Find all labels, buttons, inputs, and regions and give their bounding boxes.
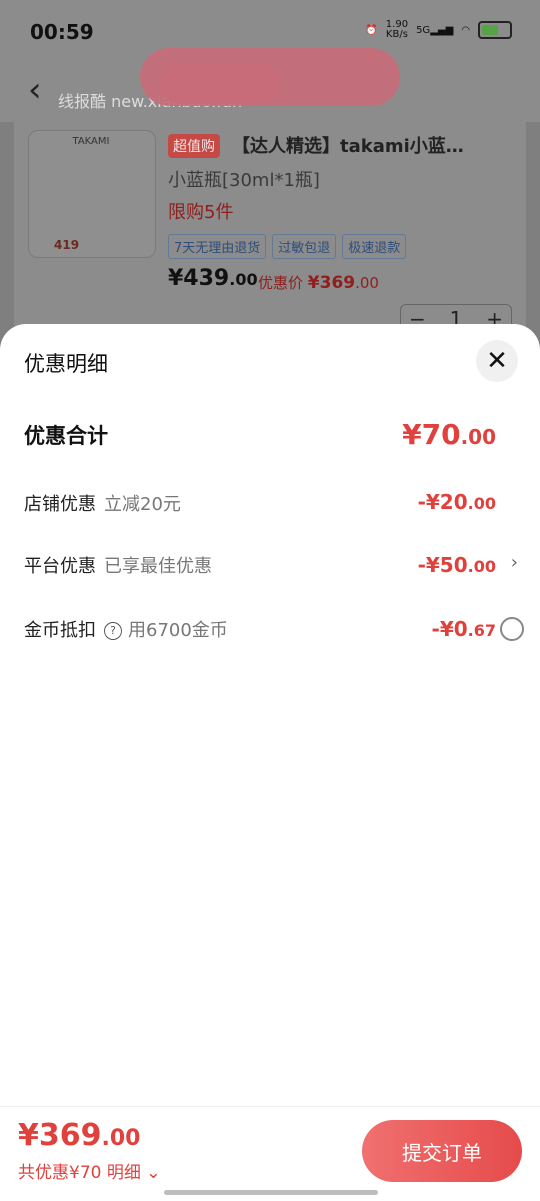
platform-discount-amount: -¥50.00	[417, 553, 496, 577]
tag-7day-return: 7天无理由退货	[168, 234, 267, 259]
net-speed: 1.90 KB/s	[385, 19, 409, 40]
close-button[interactable]: ✕	[476, 340, 518, 382]
platform-discount-row[interactable]: 平台优惠 已享最佳优惠	[24, 552, 212, 578]
coin-deduction-sub: 用6700金币	[128, 620, 228, 641]
home-indicator[interactable]	[164, 1190, 378, 1195]
help-icon[interactable]: ?	[104, 622, 122, 640]
status-icons: ⏰ 1.90 KB/s 5G▂▄▆ ◠	[365, 20, 512, 40]
tag-fast-refund: 极速退款	[342, 234, 407, 259]
product-thumbnail[interactable]	[28, 130, 156, 258]
tag-allergy-return: 过敏包退	[272, 234, 337, 259]
total-discount-amount: ¥70.00	[402, 418, 496, 451]
back-icon[interactable]: ‹	[28, 70, 42, 110]
coin-deduction-amount: -¥0.67	[431, 617, 496, 641]
product-title[interactable]: 【达人精选】takami小蓝…	[232, 132, 464, 158]
thumbnail-price: 419	[54, 238, 80, 252]
signal-icon: 5G▂▄▆	[416, 24, 454, 36]
status-time: 00:59	[30, 20, 94, 44]
platform-discount-label: 平台优惠	[24, 556, 96, 577]
final-price: ¥369.00	[18, 1118, 141, 1153]
submit-order-button[interactable]: 提交订单	[362, 1120, 522, 1182]
discount-detail-sheet	[0, 324, 540, 1200]
redaction-blob-2	[160, 64, 280, 104]
store-discount-label: 店铺优惠	[24, 494, 96, 515]
sheet-title: 优惠明细	[24, 352, 108, 376]
store-discount-amount: -¥20.00	[417, 490, 496, 514]
service-tags: 7天无理由退货 过敏包退 极速退款	[168, 234, 407, 259]
total-discount-label: 优惠合计	[24, 424, 108, 448]
platform-discount-sub: 已享最佳优惠	[104, 556, 212, 577]
thumbnail-brand: TAKAMI	[72, 136, 110, 147]
chevron-right-icon[interactable]: ›	[511, 552, 518, 573]
discount-summary-link[interactable]: 共优惠¥70 明细 ⌄	[18, 1158, 161, 1183]
store-discount-row: 店铺优惠 立减20元	[24, 490, 181, 516]
store-discount-sub: 立减20元	[104, 494, 181, 515]
battery-icon	[478, 21, 512, 39]
product-spec[interactable]: 小蓝瓶[30ml*1瓶]	[168, 166, 320, 192]
alarm-icon: ⏰	[365, 24, 378, 36]
original-price: ¥439.00	[168, 266, 258, 291]
chevron-down-icon: ⌄	[146, 1163, 161, 1183]
purchase-limit: 限购5件	[168, 202, 234, 223]
super-deal-badge: 超值购	[168, 134, 220, 158]
wifi-icon: ◠	[461, 24, 470, 36]
coin-deduction-label: 金币抵扣	[24, 620, 96, 641]
close-icon: ✕	[486, 346, 508, 376]
coin-deduction-row: 金币抵扣? 用6700金币	[24, 616, 228, 642]
discount-price: 优惠价 ¥369.00	[258, 273, 379, 293]
coin-deduction-radio[interactable]	[500, 617, 524, 641]
